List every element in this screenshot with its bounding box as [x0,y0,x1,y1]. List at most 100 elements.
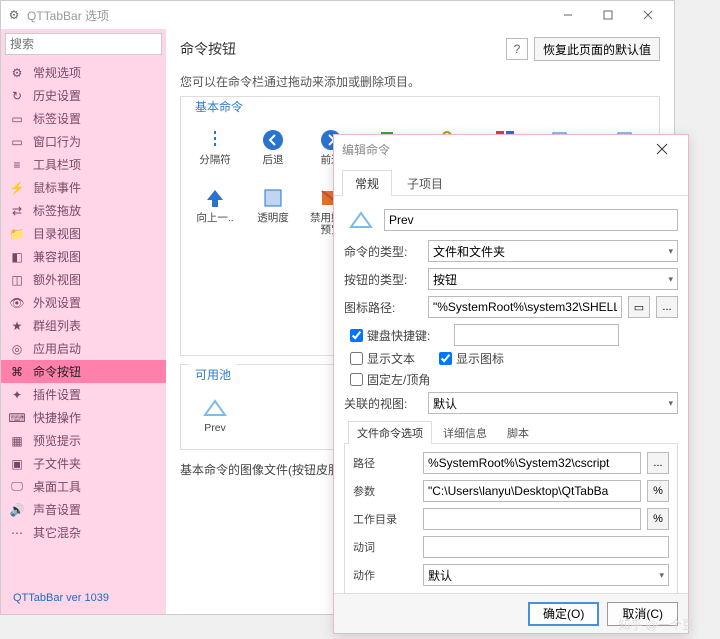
sidebar-item-label: 额外视图 [33,271,81,288]
path-browse-button[interactable]: ... [647,452,669,474]
show-text-checkbox[interactable]: 显示文本 [350,350,415,367]
dialog-close-button[interactable] [644,137,680,161]
sidebar-item-5[interactable]: ⚡鼠标事件 [1,176,166,199]
imgpath-label: 基本命令的图像文件(按钮皮肤): [180,461,347,478]
ok-button[interactable]: 确定(O) [528,602,599,626]
other-icon: ⋯ [7,525,27,541]
toolbar-icon: ≡ [7,157,27,173]
command-label: 后退 [263,155,284,179]
sidebar-item-12[interactable]: ◎应用启动 [1,337,166,360]
button-type-select[interactable]: 按钮▾ [428,268,678,290]
sidebar-item-14[interactable]: ✦插件设置 [1,383,166,406]
command-item[interactable]: 后退 [245,125,301,181]
sidebar-item-1[interactable]: ↻历史设置 [1,84,166,107]
sidebar-item-label: 桌面工具 [33,478,81,495]
app-icon: ⚙ [7,8,21,22]
edit-command-dialog: 编辑命令 常规 子项目 命令的类型: 文件和文件夹▾ 按钮的类型: 按钮▾ 图标… [333,134,689,634]
path-label: 路径 [353,455,417,471]
sidebar-item-15[interactable]: ⌨快捷操作 [1,406,166,429]
command-icon-preview [344,206,378,234]
iconpath-input[interactable] [428,296,622,318]
sidebar-item-3[interactable]: ▭窗口行为 [1,130,166,153]
group-basic-title: 基本命令 [189,96,249,117]
group-pool-title: 可用池 [189,364,237,385]
sound-icon: 🔊 [7,502,27,518]
sidebar-item-label: 插件设置 [33,386,81,403]
sidebar-item-17[interactable]: ▣ 子文件夹 [1,452,166,475]
extra-icon: ◫ [7,272,27,288]
sidebar-item-19[interactable]: 🔊声音设置 [1,498,166,521]
command-item[interactable]: Prev [187,393,243,449]
command-name-input[interactable] [384,209,678,231]
sidebar-item-label: 群组列表 [33,317,81,334]
subfolder-icon: ▣ [7,456,27,472]
action-select[interactable]: 默认▾ [423,564,669,586]
action-label: 动作 [353,567,417,583]
history-icon: ↻ [7,88,27,104]
kb-shortcut-input[interactable] [454,324,619,346]
sidebar-item-label: 标签拖放 [33,202,81,219]
folder-icon: 📁 [7,226,27,242]
command-item[interactable]: 透明度 [245,183,301,239]
command-label: 分隔符 [199,155,231,179]
sidebar-item-8[interactable]: ◧兼容视图 [1,245,166,268]
subtab-script[interactable]: 脚本 [498,421,538,444]
workdir-token-button[interactable]: % [647,508,669,530]
args-token-button[interactable]: % [647,480,669,502]
star-icon: ★ [7,318,27,334]
help-button[interactable]: ? [506,38,528,60]
sidebar-item-4[interactable]: ≡工具栏项 [1,153,166,176]
launcher-icon: ◎ [7,341,27,357]
minimize-button[interactable] [548,2,588,28]
sidebar-item-0[interactable]: ⚙常规选项 [1,61,166,84]
assoc-view-select[interactable]: 默认▾ [428,392,678,414]
subtab-detail[interactable]: 详细信息 [434,421,496,444]
window-icon: ▭ [7,134,27,150]
tab-general[interactable]: 常规 [342,170,392,196]
sidebar-item-9[interactable]: ◫ 额外视图 [1,268,166,291]
button-type-label: 按钮的类型: [344,271,422,288]
compat-icon: ◧ [7,249,27,265]
iconpath-preview-button[interactable]: ▭ [628,296,650,318]
reset-defaults-button[interactable]: 恢复此页面的默认值 [534,37,660,61]
path-input[interactable] [423,452,641,474]
sidebar-item-label: 常规选项 [33,64,81,81]
verb-input[interactable] [423,536,669,558]
sidebar-item-label: 子文件夹 [33,455,81,472]
iconpath-browse-button[interactable]: ... [656,296,678,318]
sidebar-item-18[interactable]: 🖵桌面工具 [1,475,166,498]
subtab-file-cmd[interactable]: 文件命令选项 [348,421,432,444]
verb-label: 动词 [353,539,417,555]
dialog-tabs: 常规 子项目 [334,163,688,196]
sidebar-item-13[interactable]: ⌘命令按钮 [1,360,166,383]
cancel-button[interactable]: 取消(C) [607,602,678,626]
sub-tabs: 文件命令选项 详细信息 脚本 [344,420,678,444]
type-select[interactable]: 文件和文件夹▾ [428,240,678,262]
workdir-input[interactable] [423,508,641,530]
sidebar-item-7[interactable]: 📁目录视图 [1,222,166,245]
show-icon-checkbox[interactable]: 显示图标 [439,350,504,367]
sidebar-item-6[interactable]: ⇄标签拖放 [1,199,166,222]
sidebar-item-label: 预览提示 [33,432,81,449]
type-label: 命令的类型: [344,243,422,260]
up-icon [202,185,228,211]
maximize-button[interactable] [588,2,628,28]
sidebar-item-20[interactable]: ⋯ 其它混杂 [1,521,166,544]
sidebar-item-16[interactable]: ▦预览提示 [1,429,166,452]
sidebar-item-11[interactable]: ★ 群组列表 [1,314,166,337]
args-label: 参数 [353,483,417,499]
window-title: QTTabBar 选项 [27,7,548,24]
sidebar-item-label: 命令按钮 [33,363,81,380]
fixed-lt-checkbox[interactable]: 固定左/顶角 [350,371,430,388]
sidebar-item-label: 其它混杂 [33,524,81,541]
tab-subitems[interactable]: 子项目 [394,170,456,196]
command-item[interactable]: 向上一.. [187,183,243,239]
search-input[interactable] [5,33,162,55]
sidebar-item-10[interactable]: 👁外观设置 [1,291,166,314]
sidebar-item-2[interactable]: ▭标签设置 [1,107,166,130]
close-button[interactable] [628,2,668,28]
command-item[interactable]: 分隔符 [187,125,243,181]
kb-shortcut-checkbox[interactable]: 键盘快捷键: [350,324,430,346]
sidebar-item-label: 标签设置 [33,110,81,127]
args-input[interactable] [423,480,641,502]
